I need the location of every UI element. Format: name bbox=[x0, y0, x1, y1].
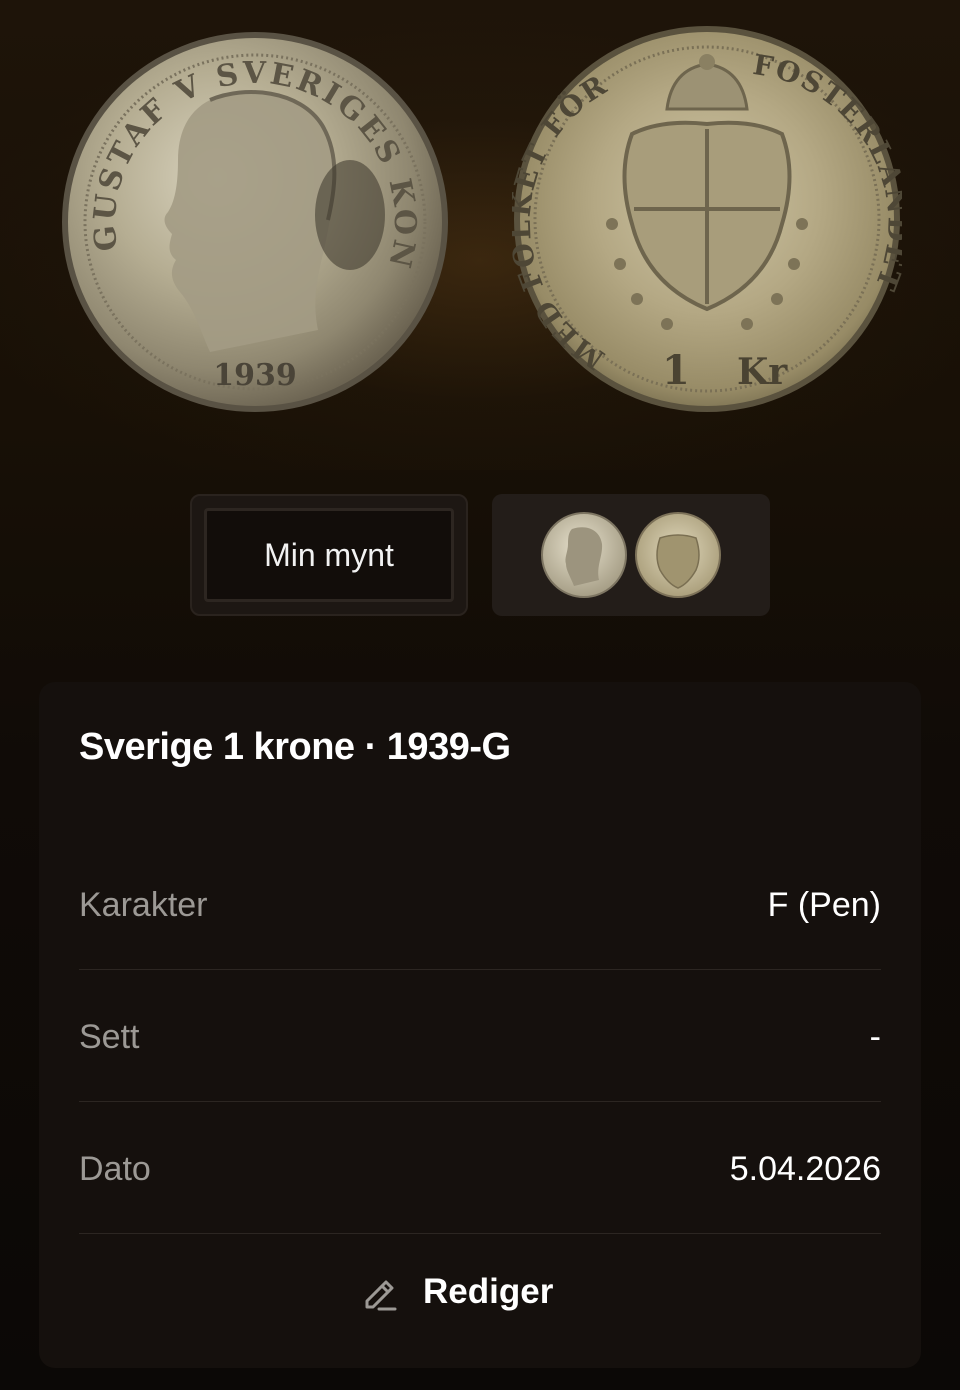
coin-detail-screen: GUSTAF V SVERIGES KONUNG 1939 bbox=[0, 0, 960, 1390]
edit-button-label: Rediger bbox=[423, 1272, 554, 1311]
detail-value: - bbox=[869, 1018, 881, 1056]
detail-row-date: Dato 5.04.2026 bbox=[79, 1102, 881, 1234]
pencil-icon bbox=[365, 1280, 397, 1311]
coin-title: Sverige 1 krone · 1939-G bbox=[79, 726, 511, 768]
thumbnail-min-mynt[interactable]: Min mynt bbox=[190, 494, 468, 616]
edit-button[interactable]: Rediger bbox=[359, 1262, 619, 1322]
thumbnail-label: Min mynt bbox=[204, 508, 454, 602]
coin-details-card: Sverige 1 krone · 1939-G Karakter F (Pen… bbox=[39, 682, 921, 1368]
detail-label: Dato bbox=[79, 1150, 151, 1188]
detail-row-seen: Sett - bbox=[79, 970, 881, 1102]
coin-thumbnail-image bbox=[541, 512, 721, 598]
reverse-denomination: 1 bbox=[662, 347, 690, 394]
detail-value: F (Pen) bbox=[767, 886, 881, 924]
detail-label: Karakter bbox=[79, 886, 208, 924]
coin-reverse-image[interactable]: MED FOLKET FÖR FOSTERLANDET 1 Kr bbox=[512, 24, 902, 414]
coin-obverse-image[interactable]: GUSTAF V SVERIGES KONUNG 1939 bbox=[60, 30, 450, 415]
obverse-year: 1939 bbox=[213, 358, 297, 393]
detail-value: 5.04.2026 bbox=[729, 1150, 881, 1188]
detail-label: Sett bbox=[79, 1018, 140, 1056]
image-thumbnails: Min mynt bbox=[190, 494, 770, 618]
detail-row-grade: Karakter F (Pen) bbox=[79, 838, 881, 970]
reverse-unit: Kr bbox=[737, 351, 788, 393]
thumbnail-coin-photo[interactable] bbox=[492, 494, 770, 616]
